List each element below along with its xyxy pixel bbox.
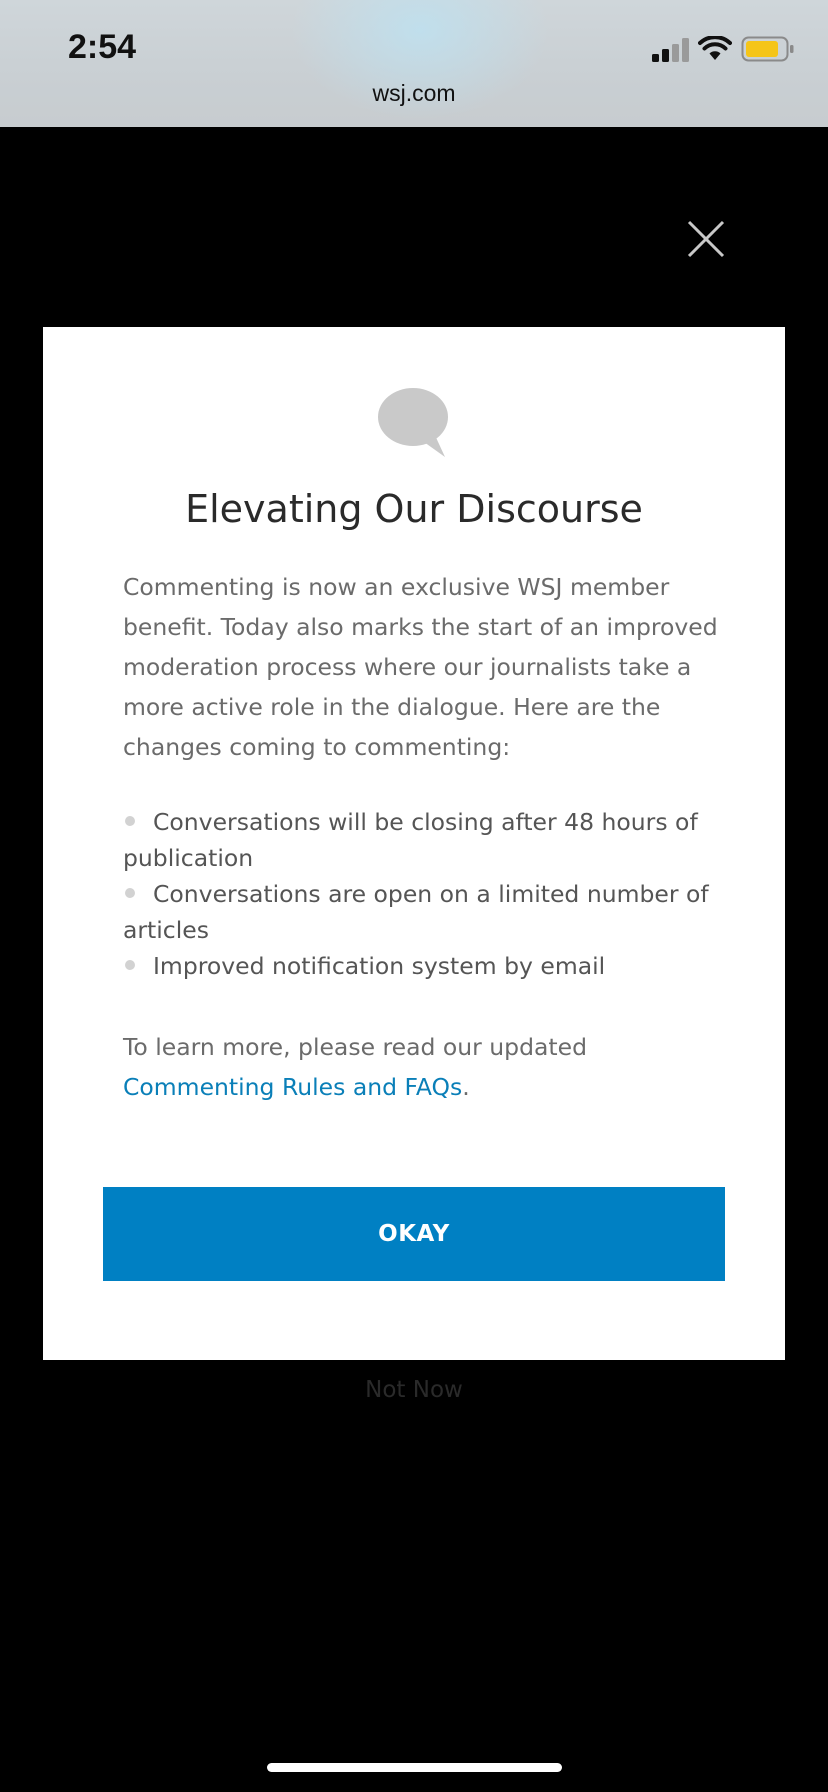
- modal-intro-text: Commenting is now an exclusive WSJ membe…: [123, 573, 718, 761]
- learn-more-text: To learn more, please read our updated Co…: [123, 1027, 723, 1107]
- wifi-icon: [698, 36, 732, 60]
- home-indicator[interactable]: [267, 1763, 562, 1772]
- status-time: 2:54: [68, 28, 137, 66]
- list-item: Conversations are open on a limited numb…: [123, 876, 723, 948]
- commenting-modal: Elevating Our Discourse Commenting is no…: [43, 327, 785, 1360]
- learn-more-prefix: To learn more, please read our updated: [123, 1033, 588, 1061]
- okay-button[interactable]: OKAY: [103, 1187, 725, 1281]
- list-item: Conversations will be closing after 48 h…: [123, 804, 723, 876]
- list-item: Improved notification system by email: [123, 948, 723, 984]
- battery-icon: [741, 36, 794, 62]
- not-now-button[interactable]: Not Now: [0, 1377, 828, 1403]
- address-bar-url[interactable]: wsj.com: [0, 80, 828, 107]
- learn-more-suffix: .: [462, 1073, 470, 1101]
- list-item-text: Improved notification system by email: [153, 952, 606, 980]
- changes-list: Conversations will be closing after 48 h…: [123, 804, 723, 984]
- close-icon[interactable]: [686, 219, 726, 259]
- list-item-text: Conversations are open on a limited numb…: [123, 880, 709, 944]
- bullet-icon: [125, 888, 135, 898]
- speech-bubble-icon: [378, 388, 448, 457]
- status-bar: 2:54 wsj.com: [0, 0, 828, 127]
- list-item-text: Conversations will be closing after 48 h…: [123, 808, 698, 872]
- commenting-rules-link[interactable]: Commenting Rules and FAQs: [123, 1073, 462, 1101]
- bullet-icon: [125, 816, 135, 826]
- bullet-icon: [125, 960, 135, 970]
- cellular-signal-icon: [652, 38, 689, 62]
- modal-title: Elevating Our Discourse: [185, 487, 643, 531]
